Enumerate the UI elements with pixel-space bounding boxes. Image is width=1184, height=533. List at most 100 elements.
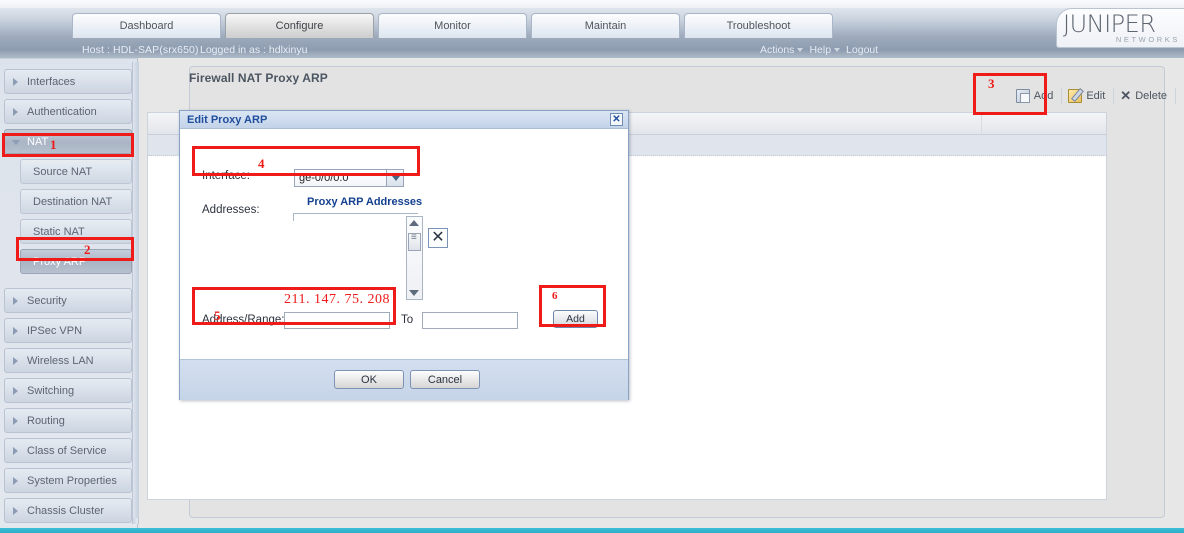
chevron-right-icon [13,78,18,86]
edit-proxy-arp-dialog: Edit Proxy ARP ✕ Interface: ge-0/0/0.0 A… [179,110,629,400]
sidebar-divider [4,279,132,288]
sidebar-item-label: Interfaces [27,76,76,88]
brand-name: JUNIPER [1063,10,1156,38]
chevron-right-icon [13,447,18,455]
chevron-right-icon [13,357,18,365]
host-info: Host : HDL-SAP(srx650) [82,44,199,56]
tab-troubleshoot[interactable]: Troubleshoot [684,13,833,38]
fieldset-legend: Proxy ARP Addresses [304,196,426,208]
dialog-body: Interface: ge-0/0/0.0 Addresses: Proxy A… [180,130,628,359]
sidebar-item-label: NAT [27,136,49,148]
interface-select-value: ge-0/0/0.0 [299,172,349,184]
sidebar-item-routing[interactable]: Routing [4,408,132,433]
edit-button[interactable]: Edit [1062,84,1113,108]
actions-menu-label: Actions [760,44,795,56]
sidebar-scrollbar[interactable] [132,62,140,524]
sidebar-item-ipsec-vpn[interactable]: IPSec VPN [4,318,132,343]
chevron-right-icon [13,417,18,425]
interface-select[interactable]: ge-0/0/0.0 [294,169,404,187]
sidebar-item-label: Destination NAT [33,196,113,208]
sidebar-item-label: IPSec VPN [27,325,83,337]
tab-configure[interactable]: Configure [225,13,374,38]
scrollbar-thumb[interactable] [408,232,421,251]
addresses-label: Addresses: [202,204,260,216]
sidebar-item-label: Source NAT [33,166,93,178]
actions-menu[interactable]: Actions [760,44,804,56]
row-extra-cell [982,135,1106,156]
delete-button-label: Delete [1135,90,1167,102]
cancel-button[interactable]: Cancel [410,370,480,389]
sidebar-item-switching[interactable]: Switching [4,378,132,403]
sidebar-item-label: Authentication [27,106,97,118]
close-x-icon[interactable]: ✕ [610,113,623,126]
sidebar-item-nat[interactable]: NAT [4,129,132,154]
dialog-titlebar: Edit Proxy ARP ✕ [180,111,628,129]
sidebar-item-static-nat[interactable]: Static NAT [20,219,132,244]
sidebar-item-source-nat[interactable]: Source NAT [20,159,132,184]
sidebar-item-authentication[interactable]: Authentication [4,99,132,124]
tab-maintain[interactable]: Maintain [531,13,680,38]
chevron-down-icon [834,48,841,53]
scroll-up-arrow-icon[interactable] [409,220,419,226]
toolbar-divider [1175,88,1176,104]
chevron-down-icon[interactable] [386,170,403,186]
delete-button[interactable]: ✕ Delete [1114,84,1175,108]
header-actions[interactable]: Actions Help Logout [760,44,878,56]
to-address-input[interactable] [422,312,518,329]
sidebar-item-class-of-service[interactable]: Class of Service [4,438,132,463]
chevron-right-icon [13,507,18,515]
dialog-title: Edit Proxy ARP [187,114,268,126]
scroll-down-arrow-icon[interactable] [409,290,419,296]
proxy-arp-addresses-fieldset [293,213,418,221]
left-sidebar: Interfaces Authentication NAT Source NAT… [0,58,138,528]
page-title: Firewall NAT Proxy ARP [189,71,328,85]
chevron-right-icon [13,327,18,335]
logout-link[interactable]: Logout [846,44,878,56]
address-range-label: Address/Range: [202,314,285,326]
edit-button-label: Edit [1086,90,1106,102]
address-list-scrollbar[interactable] [406,216,423,300]
edit-pencil-icon [1068,89,1083,103]
sidebar-item-label: Proxy ARP [33,256,87,268]
sidebar-item-label: System Properties [27,475,117,487]
add-address-button[interactable]: Add [553,310,598,328]
sidebar-item-label: Switching [27,385,75,397]
x-cross-icon: ✕ [1120,88,1132,103]
sidebar-item-interfaces[interactable]: Interfaces [4,69,132,94]
address-range-input[interactable] [284,312,390,329]
table-toolbar[interactable]: Add Edit ✕ Delete [1010,84,1176,108]
help-menu-label: Help [809,44,832,56]
chevron-down-icon [12,140,20,145]
add-document-icon [1015,89,1030,103]
sidebar-item-security[interactable]: Security [4,288,132,313]
chevron-right-icon [13,387,18,395]
sidebar-item-label: Chassis Cluster [27,505,105,517]
proxy-arp-address-list[interactable] [293,221,398,300]
dialog-footer: OK Cancel [180,359,628,400]
sidebar-item-label: Wireless LAN [27,355,94,367]
sidebar-item-label: Static NAT [33,226,85,238]
interface-label: Interface: [202,170,250,182]
bottom-status-bar [0,528,1184,533]
ok-button[interactable]: OK [334,370,404,389]
delete-address-button[interactable]: ✕ [428,228,448,248]
to-label: To [401,314,414,326]
sidebar-item-label: Routing [27,415,65,427]
sidebar-item-wireless-lan[interactable]: Wireless LAN [4,348,132,373]
sidebar-item-chassis-cluster[interactable]: Chassis Cluster [4,498,132,523]
sidebar-item-system-properties[interactable]: System Properties [4,468,132,493]
brand-tagline: NETWORKS [1115,35,1180,44]
chevron-right-icon [13,477,18,485]
help-menu[interactable]: Help [809,44,841,56]
sidebar-item-label: Security [27,295,67,307]
add-button[interactable]: Add [1010,84,1062,108]
sidebar-item-destination-nat[interactable]: Destination NAT [20,189,132,214]
tab-monitor[interactable]: Monitor [378,13,527,38]
sidebar-item-proxy-arp[interactable]: Proxy ARP [20,249,132,274]
main-nav-tabs[interactable]: Dashboard Configure Monitor Maintain Tro… [72,13,833,38]
tab-dashboard[interactable]: Dashboard [72,13,221,38]
sidebar-item-label: Class of Service [27,445,107,457]
add-button-label: Add [1033,90,1054,102]
chevron-right-icon [13,297,18,305]
table-column-header-extra[interactable] [982,113,1106,135]
